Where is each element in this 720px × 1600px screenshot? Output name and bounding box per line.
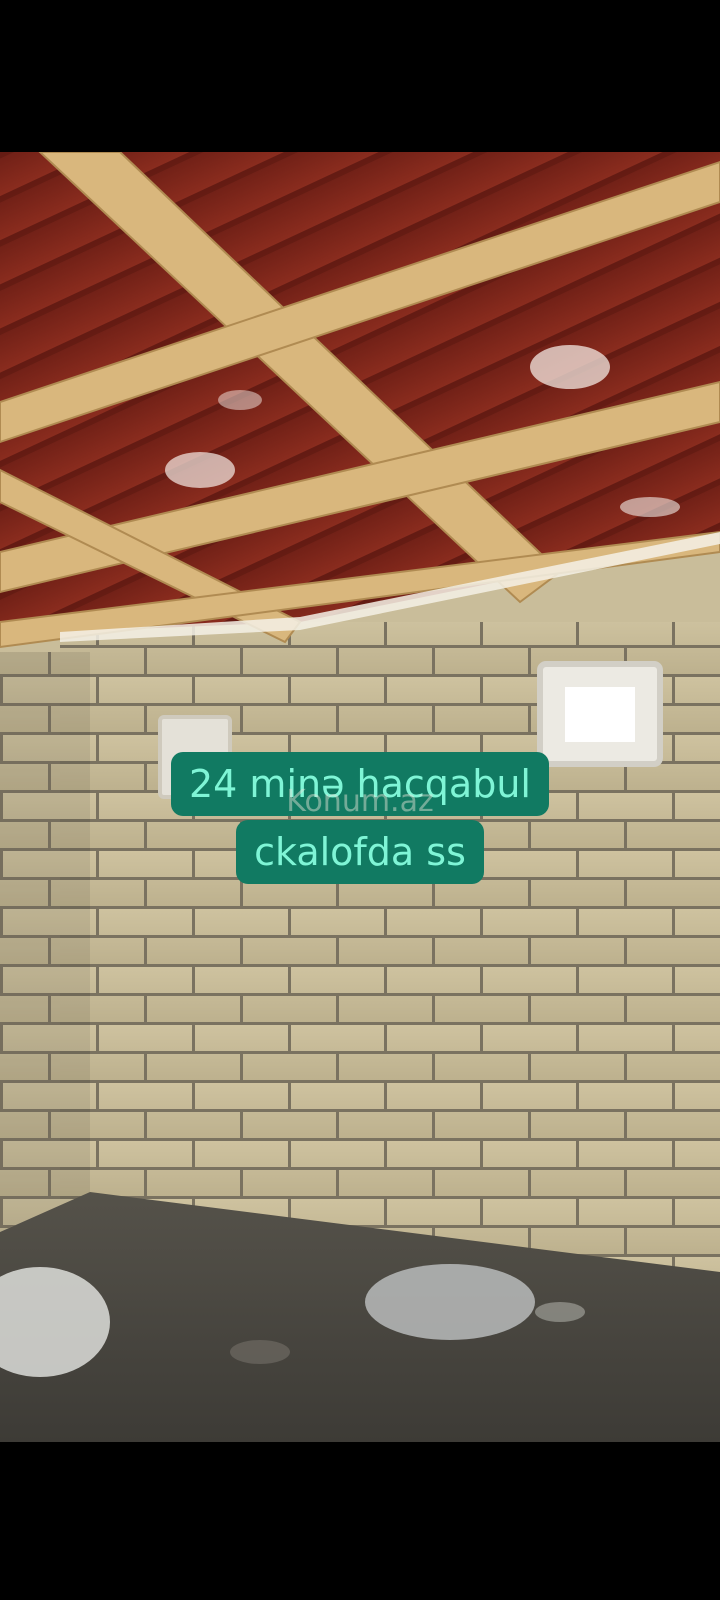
room-illustration xyxy=(0,152,720,1442)
room-photo xyxy=(0,152,720,1442)
window-left xyxy=(158,715,232,799)
video-screen[interactable]: 24 minə hacqabul ckalofda ss Konum.az xyxy=(0,0,720,1600)
